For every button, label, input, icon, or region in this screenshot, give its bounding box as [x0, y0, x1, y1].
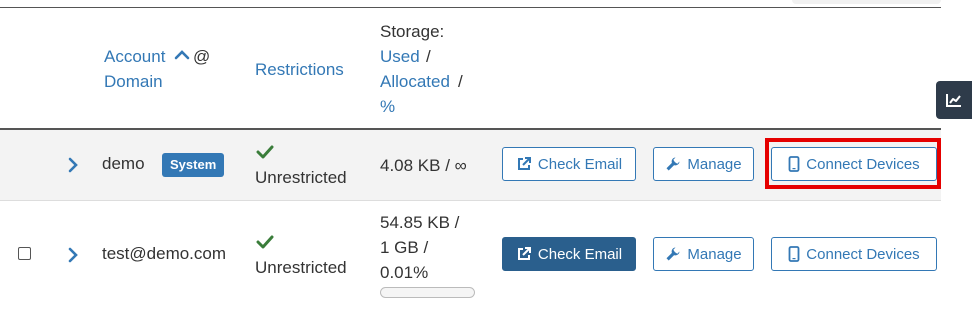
storage-used: 54.85 KB /	[380, 213, 460, 232]
external-link-icon	[517, 157, 531, 170]
storage-progress-bar	[380, 287, 475, 298]
sort-used-link[interactable]: Used	[380, 44, 420, 69]
account-name: demo	[102, 154, 145, 173]
storage-allocated: 1 GB /	[380, 238, 429, 257]
highlight-frame	[765, 138, 941, 189]
check-email-label: Check Email	[537, 155, 623, 173]
sort-percent-link[interactable]: %	[380, 94, 395, 119]
chevron-up-icon[interactable]	[174, 45, 190, 61]
storage-label: Storage:	[380, 22, 445, 41]
sort-account-link[interactable]: Account	[104, 44, 165, 69]
table-header: Account @ Domain Restrictions Storage: U…	[0, 8, 941, 128]
chevron-right-icon[interactable]	[66, 155, 80, 175]
restriction-status-link[interactable]: Unrestricted	[255, 255, 347, 280]
check-email-button[interactable]: Check Email	[502, 237, 636, 271]
right-gutter	[941, 0, 972, 321]
stats-side-button[interactable]	[936, 81, 972, 119]
at-sign-label: @	[193, 47, 211, 66]
select-row-checkbox[interactable]	[18, 247, 31, 260]
slash-separator: /	[458, 72, 463, 91]
slash-separator: /	[426, 47, 431, 66]
top-tab-edge	[792, 0, 941, 4]
storage-value: 4.08 KB / ∞	[380, 156, 467, 175]
manage-button[interactable]: Manage	[653, 147, 754, 181]
manage-label: Manage	[687, 245, 742, 263]
storage-percent: 0.01%	[380, 263, 429, 282]
restriction-status: Unrestricted	[255, 168, 347, 187]
check-email-button[interactable]: Check Email	[502, 147, 636, 181]
check-email-label: Check Email	[537, 245, 623, 263]
sort-restrictions-link[interactable]: Restrictions	[255, 57, 344, 82]
wrench-icon	[666, 247, 680, 261]
wrench-icon	[666, 157, 680, 171]
check-icon	[256, 144, 274, 160]
sort-domain-link[interactable]: Domain	[104, 69, 163, 94]
manage-label: Manage	[687, 155, 742, 173]
line-chart-icon	[946, 94, 961, 107]
email-accounts-table: Account @ Domain Restrictions Storage: U…	[0, 0, 941, 321]
chevron-right-icon[interactable]	[66, 245, 80, 265]
manage-button[interactable]: Manage	[653, 237, 754, 271]
system-badge: System	[162, 153, 225, 177]
account-name: test@demo.com	[102, 244, 227, 263]
external-link-icon	[517, 247, 531, 260]
sort-allocated-link[interactable]: Allocated	[380, 69, 450, 94]
mobile-device-icon	[788, 246, 800, 262]
connect-devices-button[interactable]: Connect Devices	[771, 237, 937, 271]
check-icon	[256, 234, 274, 250]
connect-devices-label: Connect Devices	[806, 245, 920, 263]
